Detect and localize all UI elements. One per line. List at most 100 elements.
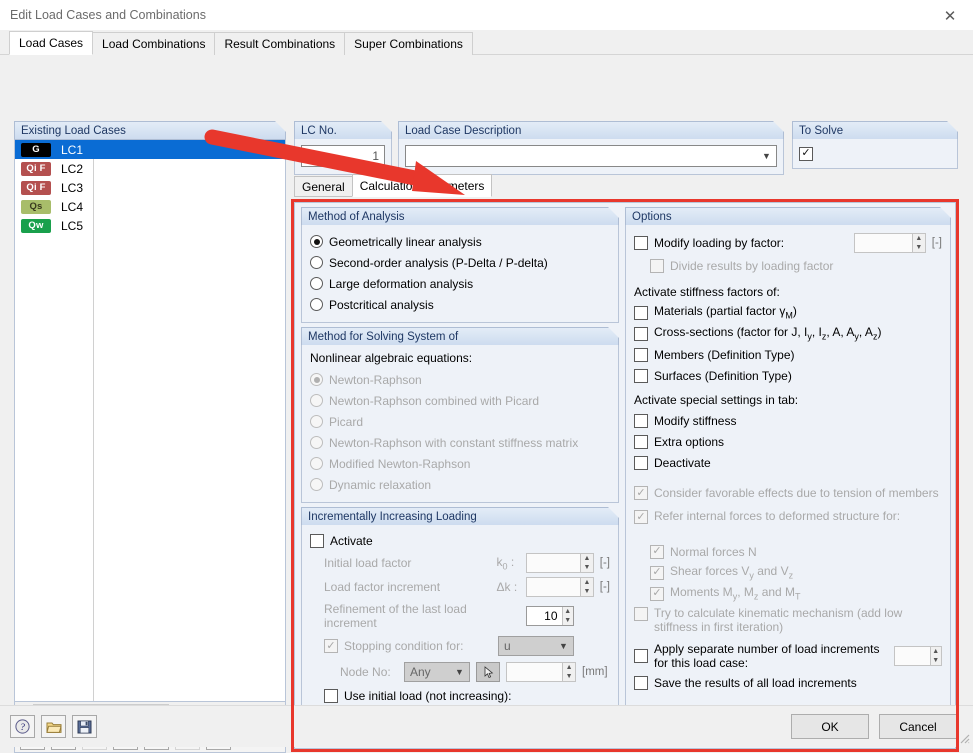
normal-forces-checkbox: ✓	[650, 545, 664, 559]
window-title: Edit Load Cases and Combinations	[10, 8, 206, 22]
radio-icon[interactable]	[310, 235, 323, 248]
method-of-analysis-header: Method of Analysis	[301, 207, 619, 225]
use-initial-load-row[interactable]: Use initial load (not increasing):	[310, 685, 610, 707]
shear-forces-label: Shear forces Vy and Vz	[670, 564, 793, 580]
chevron-down-icon[interactable]: ▼	[757, 151, 776, 161]
load-case-name: LC3	[61, 181, 83, 195]
deactivate-checkbox[interactable]	[634, 456, 648, 470]
ok-button[interactable]: OK	[791, 714, 869, 739]
list-item[interactable]: Qw LC5	[15, 216, 285, 235]
initial-load-factor-row: Initial load factor k0 : ▲▼ [-]	[310, 551, 610, 575]
activate-checkbox[interactable]	[310, 534, 324, 548]
save-all-increments-checkbox[interactable]	[634, 676, 648, 690]
spin-up-icon[interactable]: ▲	[563, 607, 573, 616]
spin-up-icon: ▲	[931, 647, 941, 656]
modify-stiffness-label: Modify stiffness	[654, 414, 736, 428]
moments-label: Moments My, Mz and MT	[670, 585, 801, 601]
load-case-description-header: Load Case Description	[398, 121, 784, 139]
spin-up-icon: ▲	[563, 663, 575, 672]
modify-loading-input: ▲▼	[854, 233, 926, 253]
deactivate-label: Deactivate	[654, 456, 711, 470]
radio-large-deformation[interactable]: Large deformation analysis	[310, 273, 610, 294]
method-for-solving-header: Method for Solving System of	[301, 327, 619, 345]
use-initial-load-checkbox[interactable]	[324, 689, 338, 703]
radio-label: Dynamic relaxation	[329, 478, 431, 492]
help-icon[interactable]: ?	[10, 715, 35, 738]
spin-down-icon[interactable]: ▼	[563, 616, 573, 625]
modify-stiffness-checkbox[interactable]	[634, 414, 648, 428]
tab-load-combinations[interactable]: Load Combinations	[92, 32, 215, 55]
modify-loading-by-factor-row[interactable]: Modify loading by factor: ▲▼ [-]	[634, 231, 942, 255]
stiffness-cross-sections-row[interactable]: Cross-sections (factor for J, Iy, Iz, A,…	[634, 323, 942, 344]
refinement-input[interactable]: 10 ▲▼	[526, 606, 574, 626]
tab-general[interactable]: General	[294, 176, 353, 197]
to-solve-body: ✓	[792, 139, 958, 169]
modify-loading-checkbox[interactable]	[634, 236, 648, 250]
list-item[interactable]: Qs LC4	[15, 197, 285, 216]
load-factor-increment-label: Load factor increment	[324, 580, 491, 594]
load-case-name: LC4	[61, 200, 83, 214]
favorable-effects-label: Consider favorable effects due to tensio…	[654, 486, 939, 500]
activate-label: Activate	[330, 534, 373, 548]
tab-result-combinations[interactable]: Result Combinations	[214, 32, 345, 55]
list-item[interactable]: Qi F LC3	[15, 178, 285, 197]
load-factor-increment-unit: [-]	[600, 581, 610, 593]
shear-forces-checkbox: ✓	[650, 566, 664, 580]
divide-results-checkbox	[650, 259, 664, 273]
load-cases-list[interactable]: G LC1 Qi F LC2 Qi F LC3 Qs LC4 Qw LC5	[14, 139, 286, 702]
close-icon[interactable]: ✕	[927, 0, 973, 31]
members-checkbox[interactable]	[634, 348, 648, 362]
radio-label: Modified Newton-Raphson	[329, 457, 470, 471]
materials-checkbox[interactable]	[634, 306, 648, 320]
load-case-badge: G	[21, 143, 51, 157]
extra-options-label: Extra options	[654, 435, 724, 449]
apply-separate-increments-row[interactable]: Apply separate number of load increments…	[634, 640, 942, 672]
surfaces-checkbox[interactable]	[634, 369, 648, 383]
list-item[interactable]: G LC1	[15, 140, 285, 159]
cross-sections-label: Cross-sections (factor for J, Iy, Iz, A,…	[654, 325, 881, 341]
cross-sections-checkbox[interactable]	[634, 327, 648, 341]
load-case-name: LC1	[61, 143, 83, 157]
tab-load-cases[interactable]: Load Cases	[9, 31, 93, 55]
nonlinear-equations-label: Nonlinear algebraic equations:	[310, 351, 610, 365]
stiffness-surfaces-row[interactable]: Surfaces (Definition Type)	[634, 365, 942, 386]
save-all-increments-row[interactable]: Save the results of all load increments	[634, 672, 942, 694]
moments-checkbox: ✓	[650, 587, 664, 601]
tab-calculation-parameters[interactable]: Calculation Parameters	[352, 174, 493, 197]
cancel-button[interactable]: Cancel	[879, 714, 957, 739]
resize-grip-icon[interactable]	[957, 731, 971, 745]
modify-stiffness-row[interactable]: Modify stiffness	[634, 410, 942, 431]
radio-icon[interactable]	[310, 256, 323, 269]
load-case-description-combo[interactable]: ▼	[405, 145, 777, 167]
radio-second-order[interactable]: Second-order analysis (P-Delta / P-delta…	[310, 252, 610, 273]
node-no-label: Node No:	[340, 665, 398, 679]
radio-icon[interactable]	[310, 298, 323, 311]
save-icon[interactable]	[72, 715, 97, 738]
stiffness-materials-row[interactable]: Materials (partial factor γM)	[634, 302, 942, 323]
apply-separate-increments-label: Apply separate number of load increments…	[654, 642, 888, 670]
radio-geometrically-linear[interactable]: Geometrically linear analysis	[310, 231, 610, 252]
extra-options-row[interactable]: Extra options	[634, 431, 942, 452]
main-tab-strip: Load Cases Load Combinations Result Comb…	[0, 31, 973, 55]
use-initial-load-label: Use initial load (not increasing):	[344, 689, 511, 703]
moments-row: ✓ Moments My, Mz and MT	[634, 583, 942, 604]
tab-super-combinations[interactable]: Super Combinations	[344, 32, 473, 55]
radio-icon[interactable]	[310, 277, 323, 290]
initial-load-factor-label: Initial load factor	[324, 556, 491, 570]
list-item[interactable]: Qi F LC2	[15, 159, 285, 178]
extra-options-checkbox[interactable]	[634, 435, 648, 449]
open-folder-icon[interactable]	[41, 715, 66, 738]
deactivate-row[interactable]: Deactivate	[634, 452, 942, 473]
radio-postcritical[interactable]: Postcritical analysis	[310, 294, 610, 315]
activate-increasing-loading-row[interactable]: Activate	[310, 531, 610, 551]
kinematic-mechanism-label: Try to calculate kinematic mechanism (ad…	[654, 606, 942, 634]
apply-separate-increments-checkbox[interactable]	[634, 649, 648, 663]
apply-separate-increments-input: ▲▼	[894, 646, 942, 666]
calculation-parameters-page: Method of Analysis Geometrically linear …	[294, 202, 956, 749]
to-solve-checkbox[interactable]: ✓	[799, 147, 813, 161]
lc-no-input[interactable]: 1	[301, 145, 385, 167]
radio-icon	[310, 436, 323, 449]
options-group: Options Modify loading by factor: ▲▼ [-]…	[625, 207, 951, 731]
stiffness-members-row[interactable]: Members (Definition Type)	[634, 344, 942, 365]
save-all-increments-label: Save the results of all load increments	[654, 676, 857, 690]
